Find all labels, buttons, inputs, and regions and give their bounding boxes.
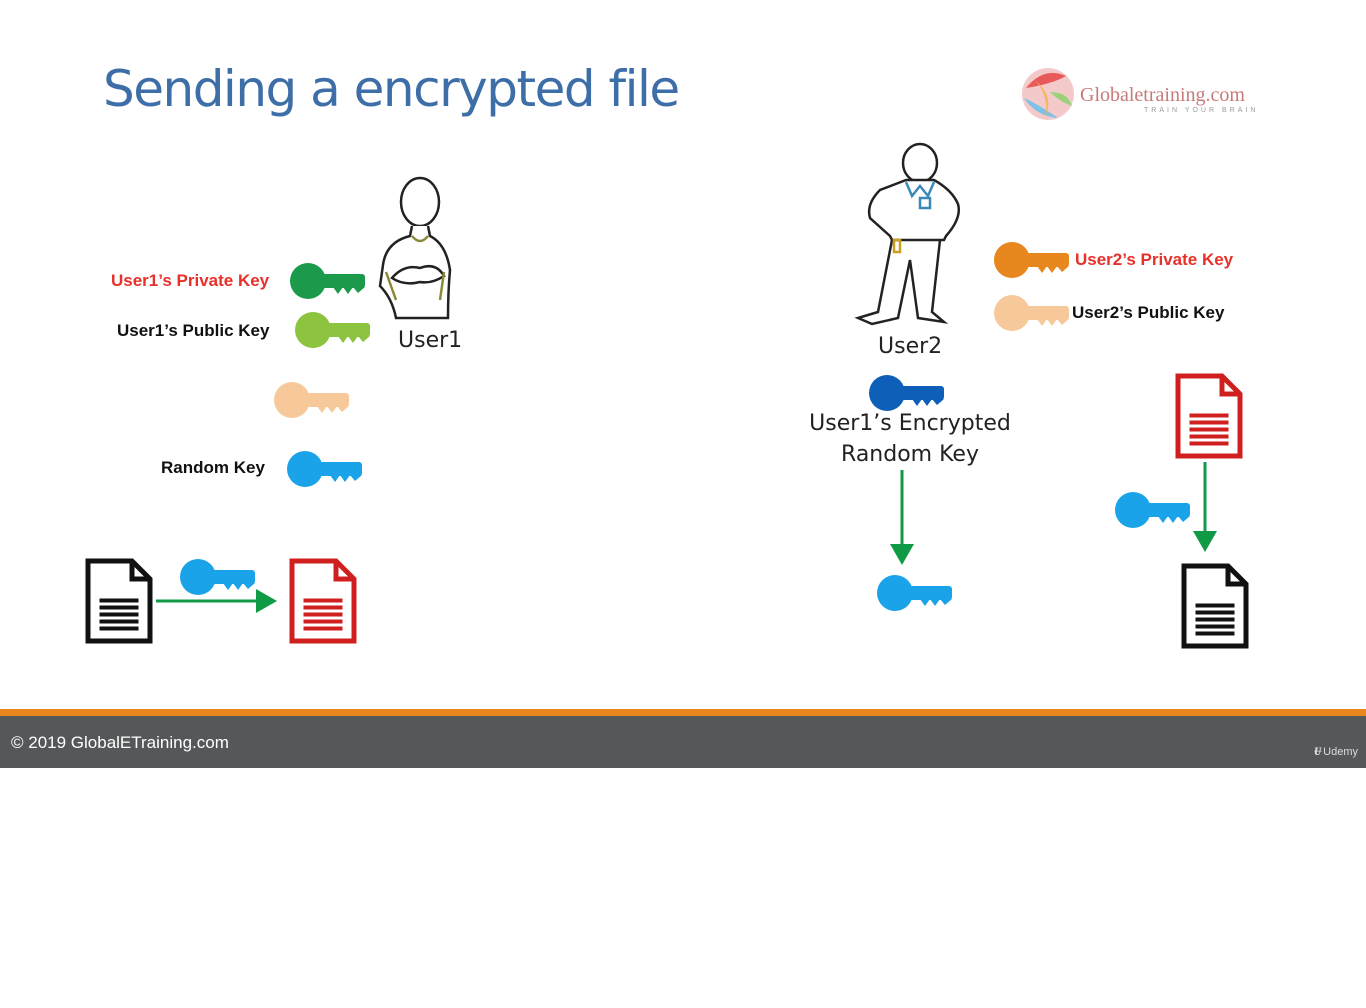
user1-private-key-label: User1’s Private Key <box>111 271 270 290</box>
footer-accent-line <box>0 709 1366 716</box>
footer-bar: © 2019 GlobalETraining.com ᵾ Udemy <box>0 716 1366 768</box>
user1-private-key-icon <box>290 263 365 299</box>
udemy-watermark: ᵾ Udemy <box>1314 742 1358 760</box>
random-key-icon <box>287 451 362 487</box>
encrypted-document-icon <box>1178 376 1240 456</box>
user2-private-key-icon <box>994 242 1069 278</box>
encrypted-random-key-label-line1: User1’s Encrypted <box>809 411 1011 436</box>
encrypted-random-key-label: User1’s Encrypted Random Key <box>800 408 1020 470</box>
user2-public-key-label: User2’s Public Key <box>1072 303 1225 322</box>
udemy-label: Udemy <box>1323 746 1358 758</box>
random-key-label: Random Key <box>161 458 265 477</box>
user1-public-key-label: User1’s Public Key <box>117 321 270 340</box>
encrypted-document-icon <box>292 561 354 641</box>
user2-figure-icon <box>854 142 960 326</box>
user2-label: User2 <box>878 334 943 359</box>
plain-document-icon <box>88 561 150 641</box>
copyright-text: © 2019 GlobalETraining.com <box>11 733 229 752</box>
user1-label: User1 <box>398 328 463 353</box>
user2-public-key-icon <box>274 382 349 418</box>
udemy-icon: ᵾ <box>1314 742 1322 759</box>
decrypted-random-key-icon <box>877 575 952 611</box>
decrypted-document-icon <box>1184 566 1246 646</box>
user1-public-key-icon <box>295 312 370 348</box>
slide: Sending a encrypted file Globaletraining… <box>0 0 1366 768</box>
user1-figure-icon <box>378 176 452 320</box>
random-key-icon <box>180 559 255 595</box>
user2-private-key-label: User2’s Private Key <box>1075 250 1234 269</box>
user2-public-key-icon <box>994 295 1069 331</box>
encrypted-random-key-icon <box>869 375 944 411</box>
diagram-graphics <box>0 142 1366 710</box>
random-key-icon <box>1115 492 1190 528</box>
encrypted-random-key-label-line2: Random Key <box>841 442 979 467</box>
